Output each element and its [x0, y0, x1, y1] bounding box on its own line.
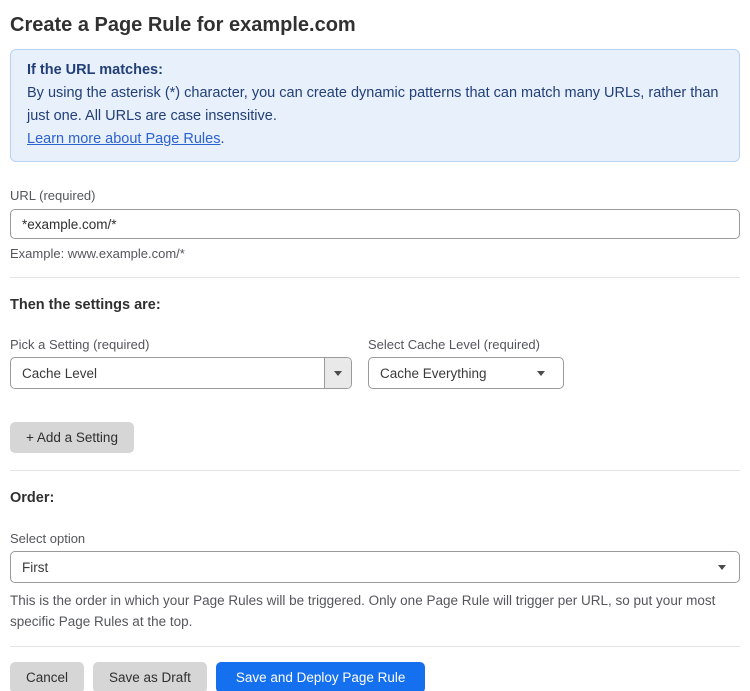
- order-select-arrow: [718, 564, 739, 570]
- order-select-label: Select option: [10, 531, 86, 546]
- setting-picker-label: Pick a Setting (required): [10, 337, 150, 352]
- info-box-link-line: Learn more about Page Rules.: [27, 128, 723, 151]
- cache-level-arrow: [537, 370, 563, 376]
- url-helper-text: Example: www.example.com/*: [10, 246, 185, 261]
- cache-level-dropdown[interactable]: Cache Everything: [368, 357, 564, 389]
- setting-picker-arrow-button[interactable]: [324, 358, 351, 388]
- url-label: URL (required): [10, 188, 96, 203]
- divider: [10, 277, 740, 278]
- settings-section-heading: Then the settings are:: [10, 297, 161, 313]
- setting-picker-value: Cache Level: [22, 365, 98, 381]
- add-setting-button[interactable]: + Add a Setting: [10, 422, 134, 453]
- cache-level-label: Select Cache Level (required): [368, 337, 540, 352]
- divider: [10, 470, 740, 471]
- caret-down-icon: [334, 370, 342, 376]
- link-suffix: .: [220, 131, 225, 147]
- cancel-button[interactable]: Cancel: [10, 662, 85, 691]
- order-select-value: First: [22, 559, 49, 575]
- form-actions: Cancel Save as Draft Save and Deploy Pag…: [10, 662, 740, 691]
- setting-picker-dropdown[interactable]: Cache Level: [10, 357, 352, 389]
- order-section-heading: Order:: [10, 490, 55, 506]
- page-rule-form: Create a Page Rule for example.com If th…: [0, 0, 750, 691]
- cache-level-column: Select Cache Level (required) Cache Ever…: [368, 337, 564, 389]
- order-select-dropdown[interactable]: First: [10, 551, 740, 583]
- caret-down-icon: [718, 564, 726, 570]
- order-helper-text: This is the order in which your Page Rul…: [10, 593, 716, 629]
- divider: [10, 646, 740, 647]
- info-box-heading: If the URL matches:: [27, 62, 163, 78]
- cache-level-value: Cache Everything: [380, 365, 487, 381]
- info-box-body: By using the asterisk (*) character, you…: [27, 85, 719, 124]
- save-as-draft-button[interactable]: Save as Draft: [93, 662, 207, 691]
- url-section: URL (required) Example: www.example.com/…: [10, 188, 740, 262]
- setting-picker-column: Pick a Setting (required) Cache Level: [10, 337, 352, 389]
- url-input[interactable]: [10, 209, 740, 239]
- caret-down-icon: [537, 370, 545, 376]
- save-and-deploy-button[interactable]: Save and Deploy Page Rule: [215, 662, 426, 691]
- page-title: Create a Page Rule for example.com: [10, 14, 356, 36]
- url-match-info-box: If the URL matches: By using the asteris…: [10, 49, 740, 162]
- learn-more-link[interactable]: Learn more about Page Rules: [27, 131, 220, 147]
- settings-row: Pick a Setting (required) Cache Level Se…: [10, 337, 740, 389]
